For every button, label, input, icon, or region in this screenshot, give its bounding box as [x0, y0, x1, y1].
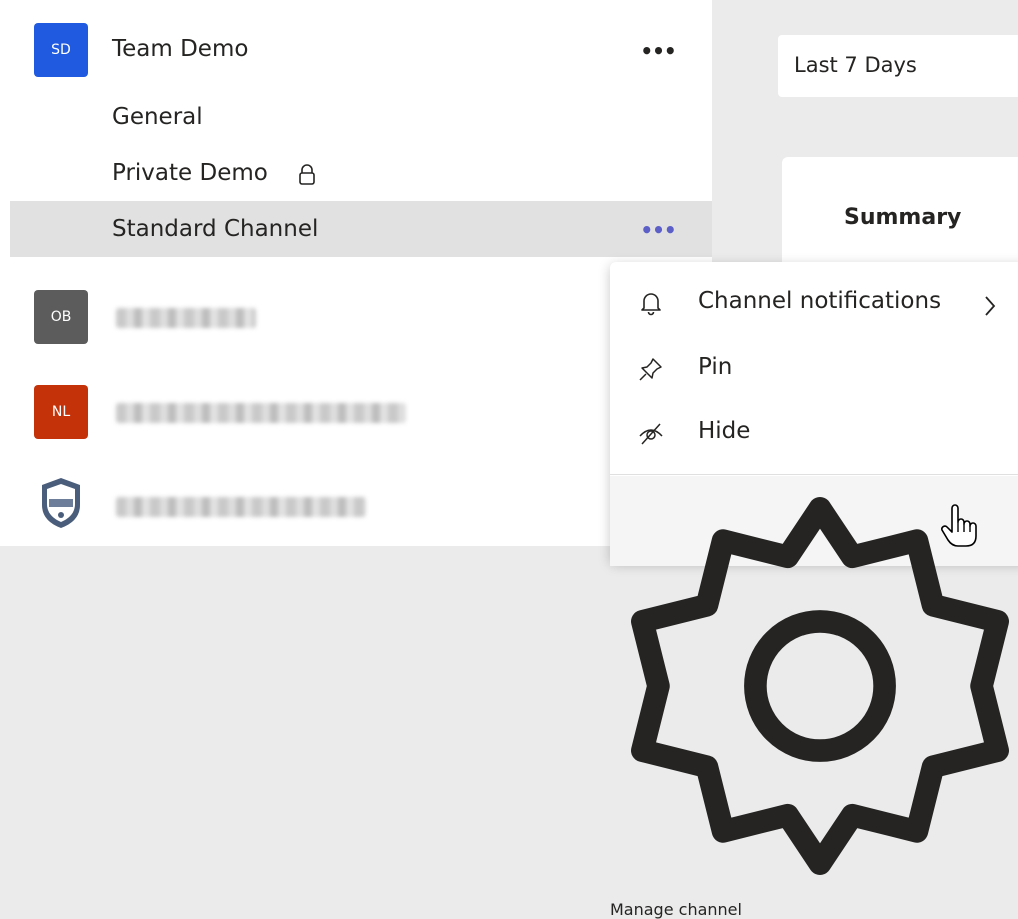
channel-label-standard: Standard Channel	[112, 216, 319, 242]
bell-icon	[641, 293, 661, 316]
team-avatar-initials: NL	[51, 404, 71, 420]
menu-divider	[610, 474, 1018, 475]
channel-item-general[interactable]: General	[112, 104, 203, 130]
hand-cursor-icon	[941, 504, 977, 547]
blurred-team-name	[116, 308, 256, 328]
team-badge-icon	[42, 478, 80, 528]
date-range-value: Last 7 Days	[794, 53, 917, 77]
hide-icon	[639, 423, 663, 445]
menu-item-label: Channel notifications	[698, 288, 942, 314]
team-avatar: NL	[34, 385, 88, 439]
teams-sidebar: SD Team Demo ••• General Private Demo St…	[0, 0, 712, 546]
channel-label: Private Demo	[112, 160, 268, 186]
chevron-right-icon	[985, 296, 996, 316]
team-avatar: OB	[34, 290, 88, 344]
team-row-badge[interactable]	[0, 475, 712, 531]
summary-heading: Summary	[844, 205, 962, 230]
menu-item-label: Pin	[698, 354, 733, 380]
team-row-team-demo[interactable]: SD Team Demo •••	[0, 23, 712, 79]
menu-item-channel-notifications[interactable]: Channel notifications	[610, 274, 1018, 334]
blurred-team-name	[116, 403, 406, 423]
team-row-nl[interactable]: NL	[0, 385, 712, 441]
blurred-team-name	[116, 497, 366, 517]
menu-item-label: Manage channel	[610, 900, 742, 919]
team-avatar-initials: SD	[51, 42, 71, 58]
team-name: Team Demo	[112, 36, 249, 62]
team-more-options-button[interactable]: •••	[640, 39, 676, 63]
channel-more-options-button[interactable]: •••	[640, 218, 676, 242]
menu-item-label: Hide	[698, 418, 751, 444]
menu-item-hide[interactable]: Hide	[610, 404, 1018, 464]
team-avatar: SD	[34, 23, 88, 77]
pin-icon	[639, 358, 662, 381]
team-avatar-initials: OB	[50, 309, 72, 325]
lock-icon	[299, 164, 315, 185]
team-row-ob[interactable]: OB	[0, 290, 712, 346]
menu-item-pin[interactable]: Pin	[610, 340, 1018, 400]
